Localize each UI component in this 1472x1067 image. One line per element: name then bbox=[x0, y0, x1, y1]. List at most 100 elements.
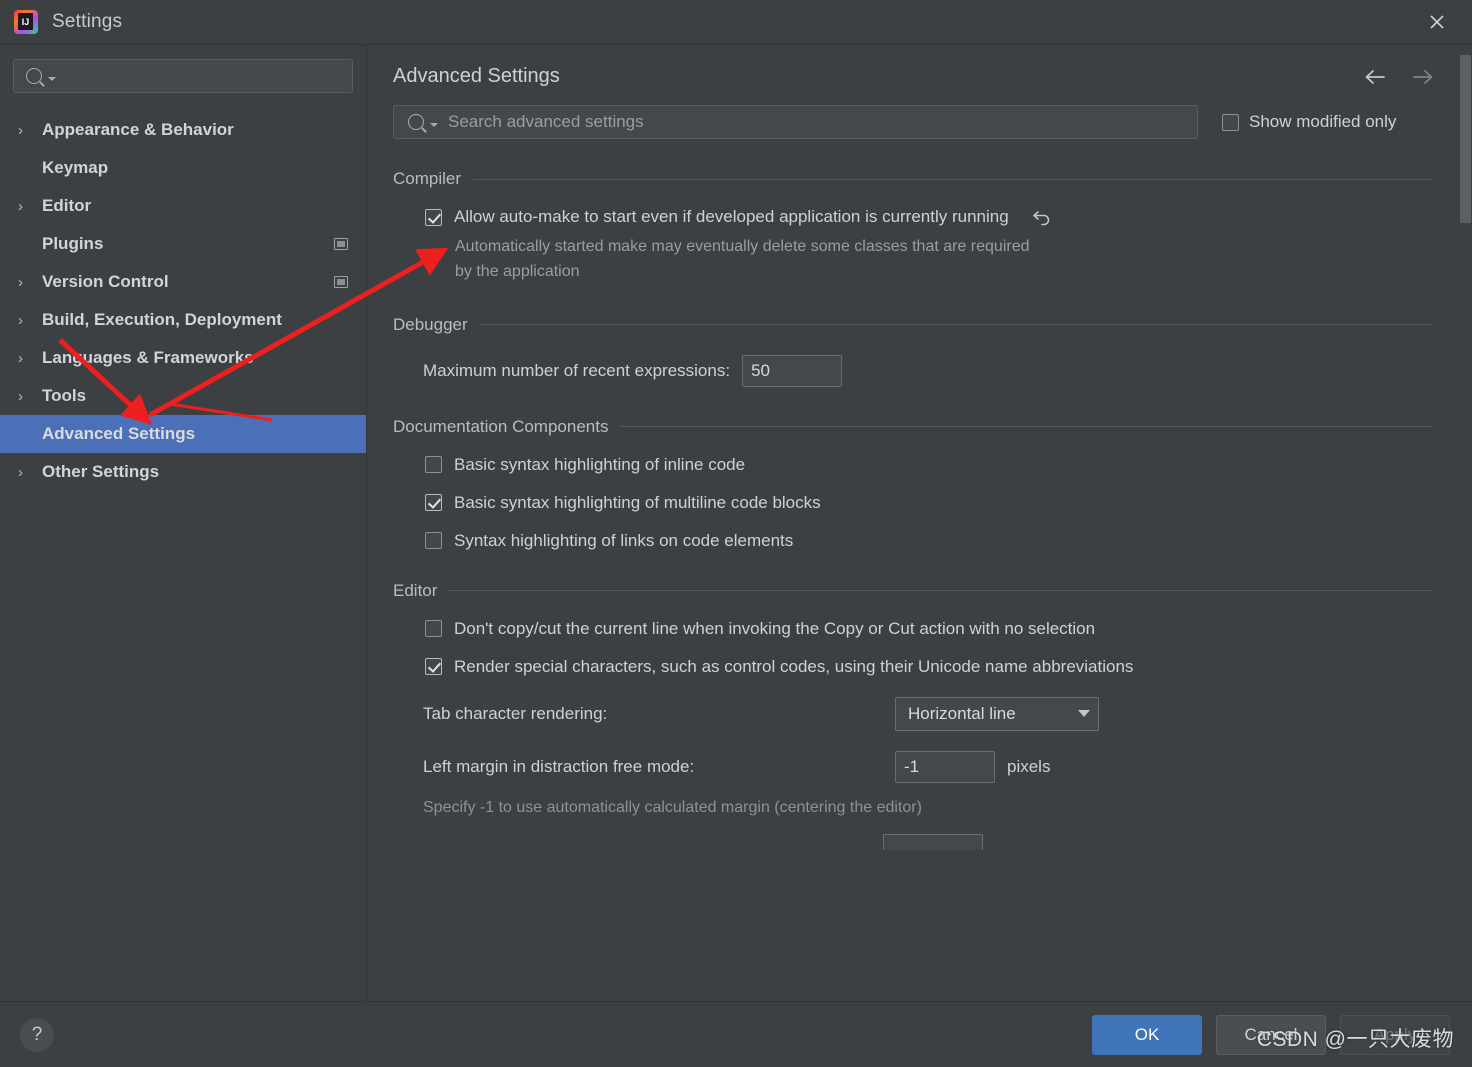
page-title: Advanced Settings bbox=[393, 65, 560, 87]
sidebar-item-label: Build, Execution, Deployment bbox=[42, 310, 282, 329]
title-bar: Settings bbox=[0, 0, 1472, 45]
section-header: Debugger bbox=[393, 315, 1432, 335]
section-divider bbox=[449, 590, 1432, 592]
option-max-recent-expressions: Maximum number of recent expressions: 50 bbox=[393, 354, 1432, 387]
project-scope-icon bbox=[334, 276, 348, 288]
chevron-right-icon: › bbox=[18, 197, 23, 215]
search-icon bbox=[26, 68, 42, 84]
sidebar-item-label: Keymap bbox=[42, 158, 109, 177]
chevron-down-icon bbox=[430, 122, 438, 127]
sidebar-item-advanced-settings[interactable]: Advanced Settings bbox=[0, 415, 366, 453]
option-label: Basic syntax highlighting of multiline c… bbox=[454, 492, 821, 512]
sidebar-item-label: Editor bbox=[42, 196, 92, 215]
option-label: Allow auto-make to start even if develop… bbox=[454, 207, 1009, 226]
chevron-right-icon: › bbox=[18, 311, 23, 329]
field-label: Tab character rendering: bbox=[423, 703, 608, 723]
tab-character-rendering-select[interactable]: Horizontal line bbox=[895, 696, 1099, 731]
history-navigation bbox=[1362, 67, 1448, 87]
option-multiline-code-highlighting[interactable]: Basic syntax highlighting of multiline c… bbox=[393, 493, 1432, 513]
intellij-idea-logo-icon bbox=[14, 10, 38, 34]
option-label: Don't copy/cut the current line when inv… bbox=[454, 618, 1096, 638]
section-editor: Editor Don't copy/cut the current line w… bbox=[367, 581, 1472, 851]
chevron-right-icon: › bbox=[18, 349, 23, 367]
option-hint: Specify -1 to use automatically calculat… bbox=[423, 798, 922, 816]
search-advanced-settings-input[interactable]: Search advanced settings bbox=[393, 105, 1198, 139]
sidebar-item-appearance-behavior[interactable]: › Appearance & Behavior bbox=[0, 111, 366, 149]
arrow-left-icon[interactable] bbox=[1362, 67, 1388, 87]
panel-header: Advanced Settings bbox=[367, 45, 1472, 88]
option-left-margin-distraction-free: Left margin in distraction free mode: -1… bbox=[393, 750, 1432, 783]
sidebar-item-other-settings[interactable]: › Other Settings bbox=[0, 453, 366, 491]
left-margin-input[interactable]: -1 bbox=[895, 750, 995, 783]
option-label: Basic syntax highlighting of inline code bbox=[454, 454, 746, 474]
checkbox-box bbox=[425, 620, 442, 638]
section-title: Documentation Components bbox=[393, 416, 609, 436]
watermark: CSDN @一只大废物 bbox=[1256, 1028, 1454, 1051]
option-render-special-characters[interactable]: Render special characters, such as contr… bbox=[393, 657, 1432, 677]
section-documentation-components: Documentation Components Basic syntax hi… bbox=[367, 417, 1472, 551]
max-recent-expressions-input[interactable]: 50 bbox=[742, 354, 843, 387]
arrow-right-icon[interactable] bbox=[1410, 67, 1436, 87]
revert-icon[interactable] bbox=[1031, 207, 1053, 227]
search-placeholder: Search advanced settings bbox=[448, 112, 644, 131]
sidebar-item-editor[interactable]: › Editor bbox=[0, 187, 366, 225]
sidebar-item-label: Tools bbox=[42, 386, 87, 405]
section-divider bbox=[473, 178, 1432, 180]
partially-visible-input[interactable] bbox=[883, 834, 983, 851]
checkbox-box bbox=[425, 208, 442, 226]
show-modified-only-label: Show modified only bbox=[1249, 112, 1397, 131]
field-label: Left margin in distraction free mode: bbox=[423, 756, 695, 776]
search-icon bbox=[408, 114, 424, 130]
section-header: Compiler bbox=[393, 169, 1432, 189]
sidebar-item-version-control[interactable]: › Version Control bbox=[0, 263, 366, 301]
content-scrollbar[interactable] bbox=[1458, 45, 1472, 1001]
checkbox-box bbox=[425, 532, 442, 550]
scrollbar-thumb[interactable] bbox=[1460, 55, 1471, 223]
section-debugger: Debugger Maximum number of recent expres… bbox=[367, 315, 1472, 387]
settings-sidebar: › Appearance & Behavior Keymap › Editor … bbox=[0, 45, 367, 1001]
sidebar-item-languages-frameworks[interactable]: › Languages & Frameworks bbox=[0, 339, 366, 377]
chevron-right-icon: › bbox=[18, 387, 23, 405]
dialog-footer: ? OK Cancel Apply CSDN @一只大废物 bbox=[0, 1001, 1472, 1067]
option-allow-auto-make[interactable]: Allow auto-make to start even if develop… bbox=[393, 207, 1432, 227]
option-links-code-elements-highlighting[interactable]: Syntax highlighting of links on code ele… bbox=[393, 531, 1432, 551]
close-icon[interactable] bbox=[1422, 7, 1452, 37]
section-divider bbox=[479, 324, 1432, 326]
chevron-right-icon: › bbox=[18, 463, 23, 481]
section-header: Documentation Components bbox=[393, 417, 1432, 437]
sidebar-item-tools[interactable]: › Tools bbox=[0, 377, 366, 415]
window-title: Settings bbox=[52, 11, 123, 32]
chevron-down-icon bbox=[1078, 710, 1090, 718]
sidebar-item-keymap[interactable]: Keymap bbox=[0, 149, 366, 187]
chevron-down-icon bbox=[48, 76, 56, 81]
sidebar-item-label: Appearance & Behavior bbox=[42, 120, 234, 139]
show-modified-only-checkbox[interactable]: Show modified only bbox=[1222, 112, 1396, 132]
advanced-search-row: Search advanced settings Show modified o… bbox=[367, 88, 1472, 139]
section-compiler: Compiler Allow auto-make to start even i… bbox=[367, 169, 1472, 285]
section-divider bbox=[620, 426, 1432, 428]
option-label: Render special characters, such as contr… bbox=[454, 656, 1134, 676]
option-inline-code-highlighting[interactable]: Basic syntax highlighting of inline code bbox=[393, 455, 1432, 475]
option-label: Syntax highlighting of links on code ele… bbox=[454, 530, 794, 550]
unit-label: pixels bbox=[1007, 756, 1051, 776]
checkbox-box bbox=[425, 494, 442, 512]
checkbox-box bbox=[425, 456, 442, 474]
checkbox-box bbox=[1222, 113, 1239, 131]
help-button[interactable]: ? bbox=[20, 1017, 54, 1052]
sidebar-item-label: Advanced Settings bbox=[42, 424, 196, 443]
sidebar-search-input[interactable] bbox=[13, 59, 353, 93]
checkbox-box bbox=[425, 658, 442, 676]
sidebar-item-label: Plugins bbox=[42, 234, 104, 253]
dialog-body: › Appearance & Behavior Keymap › Editor … bbox=[0, 45, 1472, 1001]
ok-button[interactable]: OK bbox=[1092, 1014, 1202, 1055]
sidebar-item-build-execution-deployment[interactable]: › Build, Execution, Deployment bbox=[0, 301, 366, 339]
project-scope-icon bbox=[334, 238, 348, 250]
option-dont-copy-cut-current-line[interactable]: Don't copy/cut the current line when inv… bbox=[393, 619, 1432, 639]
sidebar-item-plugins[interactable]: Plugins bbox=[0, 225, 366, 263]
section-title: Editor bbox=[393, 580, 438, 600]
selected-option: Horizontal line bbox=[908, 703, 1016, 723]
sidebar-item-label: Version Control bbox=[42, 272, 169, 291]
section-header: Editor bbox=[393, 581, 1432, 601]
option-tab-character-rendering: Tab character rendering: Horizontal line bbox=[393, 696, 1432, 731]
sidebar-item-label: Other Settings bbox=[42, 462, 160, 481]
